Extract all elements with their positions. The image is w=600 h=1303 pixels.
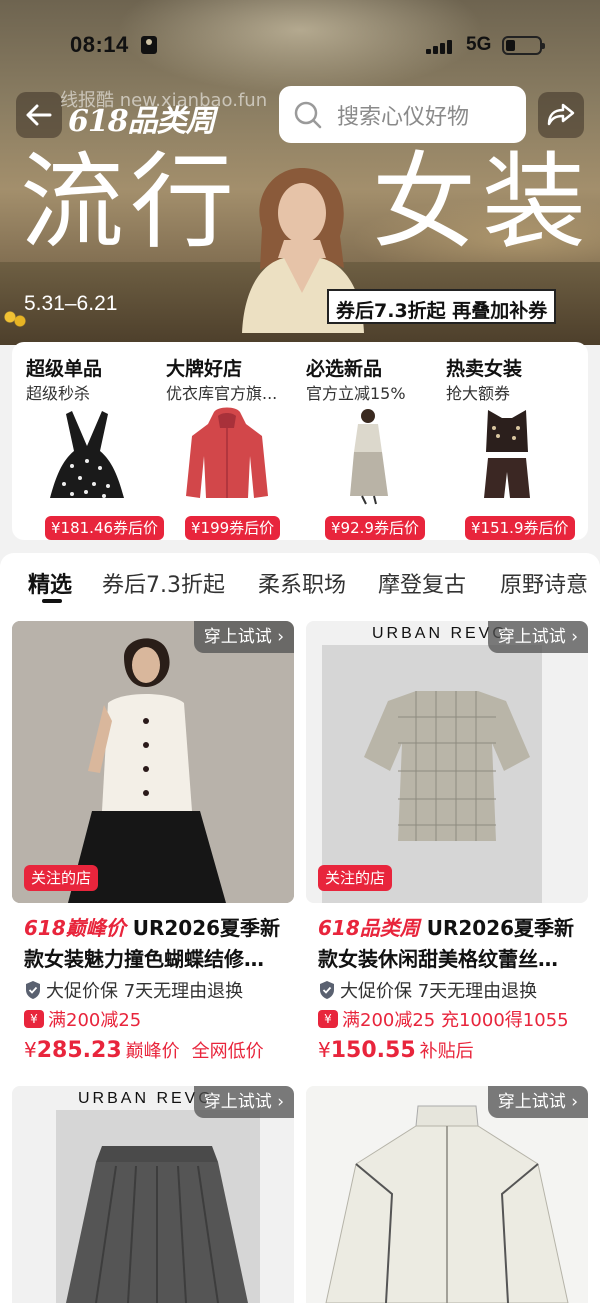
model-outfit-image — [350, 409, 388, 505]
product-title: 618品类周 UR2026夏季新款女装休闲甜美格纹蕾丝… — [318, 913, 580, 975]
guarantee-text: 大促价保 7天无理由退换 — [46, 981, 244, 1002]
category-item-hot[interactable]: 热卖女装 抢大额券 ¥151.9券后价 — [432, 354, 575, 540]
category-subtitle: 优衣库官方旗... — [166, 384, 278, 403]
price-symbol: ¥ — [318, 1038, 331, 1062]
tryon-button[interactable]: 穿上试试 › — [487, 621, 588, 653]
coupon-text: 满200减25 — [48, 1010, 142, 1031]
category-price: ¥92.9券后价 — [325, 516, 425, 540]
category-card: 超级单品 超级秒杀 ¥181.46券后价 大牌好店 优衣库官方旗... ¥199… — [12, 342, 588, 540]
product-card[interactable]: 穿上试试 › 关注的店 618巅峰价 UR2026夏季新款女装魅力撞色蝴蝶结修…… — [12, 621, 294, 1071]
product-tag: 618巅峰价 — [24, 916, 126, 940]
product-price: ¥ 150.55 补贴后 — [318, 1037, 474, 1063]
promo-tag: 券后7.3折起 再叠加补券 — [327, 289, 557, 324]
arrow-left-icon — [26, 104, 52, 126]
grey-skirt-photo — [12, 1086, 294, 1303]
plaid-top-photo — [306, 621, 588, 903]
product-image[interactable]: 穿上试试 › — [306, 1086, 588, 1303]
category-subtitle: 抢大额券 — [446, 384, 511, 403]
tab-wild-poetic[interactable]: 原野诗意 — [500, 567, 588, 599]
tryon-button[interactable]: 穿上试试 › — [193, 1086, 294, 1118]
category-subtitle: 超级秒杀 — [26, 384, 91, 403]
category-title: 超级单品 — [26, 358, 103, 380]
hero-headline-left: 流行 — [20, 141, 241, 263]
status-time: 08:14 — [70, 32, 129, 57]
vest-shorts-image — [484, 410, 530, 498]
product-card[interactable]: URBAN REVO 穿上试试 › — [12, 1086, 294, 1303]
guarantee-text: 大促价保 7天无理由退换 — [340, 981, 538, 1002]
product-image[interactable]: URBAN REVO 穿上试试 › 关注的店 — [306, 621, 588, 903]
category-price: ¥181.46券后价 — [45, 516, 165, 540]
price-symbol: ¥ — [24, 1038, 37, 1062]
polka-dot-top-image — [50, 411, 124, 498]
search-icon — [294, 101, 322, 128]
status-bar: 08:14 5G — [0, 28, 600, 64]
product-guarantee: 大促价保 7天无理由退换 — [24, 977, 243, 1003]
category-item-big-brand[interactable]: 大牌好店 优衣库官方旗... ¥199券后价 — [152, 354, 292, 540]
category-item-new[interactable]: 必选新品 官方立减15% ¥92.9券后价 — [292, 354, 432, 540]
product-price: ¥ 285.23 巅峰价 全网低价 — [24, 1037, 264, 1063]
followed-store-badge: 关注的店 — [24, 865, 99, 891]
tryon-button[interactable]: 穿上试试 › — [193, 621, 294, 653]
category-price: ¥199券后价 — [185, 516, 281, 540]
price-value: 285.23 — [36, 1038, 122, 1063]
product-coupon: ¥ 满200减25 充1000得1055 — [318, 1006, 569, 1032]
product-image[interactable]: 穿上试试 › 关注的店 — [12, 621, 294, 903]
product-guarantee: 大促价保 7天无理由退换 — [318, 977, 537, 1003]
shield-icon — [26, 981, 40, 999]
category-title: 必选新品 — [306, 358, 383, 380]
product-card[interactable]: URBAN REVO 穿上试试 › 关注的店 618品类周 UR2026夏季新款… — [306, 621, 588, 1071]
search-placeholder: 搜索心仪好物 — [337, 104, 470, 130]
date-range: 5.31–6.21 — [24, 292, 118, 315]
watermark: 线报酷 new.xianbao.fun — [60, 90, 268, 111]
price-note: 补贴后 — [419, 1041, 474, 1062]
tab-active-indicator — [42, 599, 62, 603]
model-photo — [12, 621, 294, 903]
tab-bar: 精选 券后7.3折起 柔系职场 摩登复古 原野诗意 — [0, 553, 600, 609]
network-label: 5G — [466, 34, 492, 55]
signal-icon — [426, 38, 456, 54]
coupon-text: 满200减25 充1000得1055 — [342, 1010, 569, 1031]
product-tag: 618品类周 — [318, 916, 420, 940]
hero-headline-right: 女装 — [372, 141, 593, 263]
price-note-secondary: 全网低价 — [191, 1041, 264, 1062]
back-button[interactable] — [16, 92, 62, 138]
coupon-icon: ¥ — [318, 1010, 338, 1028]
tab-modern-retro[interactable]: 摩登复古 — [378, 567, 466, 599]
category-subtitle: 官方立减15% — [306, 384, 406, 403]
battery-icon — [502, 36, 545, 55]
category-title: 热卖女装 — [446, 358, 523, 380]
tab-featured[interactable]: 精选 — [28, 567, 72, 599]
price-value: 150.55 — [330, 1038, 416, 1063]
product-feed: 穿上试试 › 关注的店 618巅峰价 UR2026夏季新款女装魅力撞色蝴蝶结修…… — [0, 609, 600, 1303]
coupon-icon: ¥ — [24, 1010, 44, 1028]
tryon-button[interactable]: 穿上试试 › — [487, 1086, 588, 1118]
tab-coupon-discount[interactable]: 券后7.3折起 — [102, 567, 225, 599]
hero-banner[interactable]: 08:14 5G 618品类周 线报酷 new.xianbao.fun 搜索心仪… — [0, 0, 600, 345]
white-jacket-photo — [306, 1086, 588, 1303]
category-title: 大牌好店 — [166, 358, 243, 380]
product-title: 618巅峰价 UR2026夏季新款女装魅力撞色蝴蝶结修… — [24, 913, 286, 975]
share-button[interactable] — [538, 92, 584, 138]
followed-store-badge: 关注的店 — [318, 865, 393, 891]
product-image[interactable]: URBAN REVO 穿上试试 › — [12, 1086, 294, 1303]
red-hoodie-image — [186, 407, 268, 498]
share-icon — [547, 103, 575, 126]
shield-icon — [320, 981, 334, 999]
product-card[interactable]: 穿上试试 › — [306, 1086, 588, 1303]
category-price: ¥151.9券后价 — [465, 516, 575, 540]
tab-soft-office[interactable]: 柔系职场 — [258, 567, 346, 599]
product-coupon: ¥ 满200减25 — [24, 1006, 141, 1032]
id-card-icon — [141, 36, 157, 54]
price-note: 巅峰价 — [125, 1041, 180, 1062]
category-item-super-single[interactable]: 超级单品 超级秒杀 ¥181.46券后价 — [12, 354, 165, 540]
search-input[interactable]: 搜索心仪好物 — [279, 86, 526, 143]
